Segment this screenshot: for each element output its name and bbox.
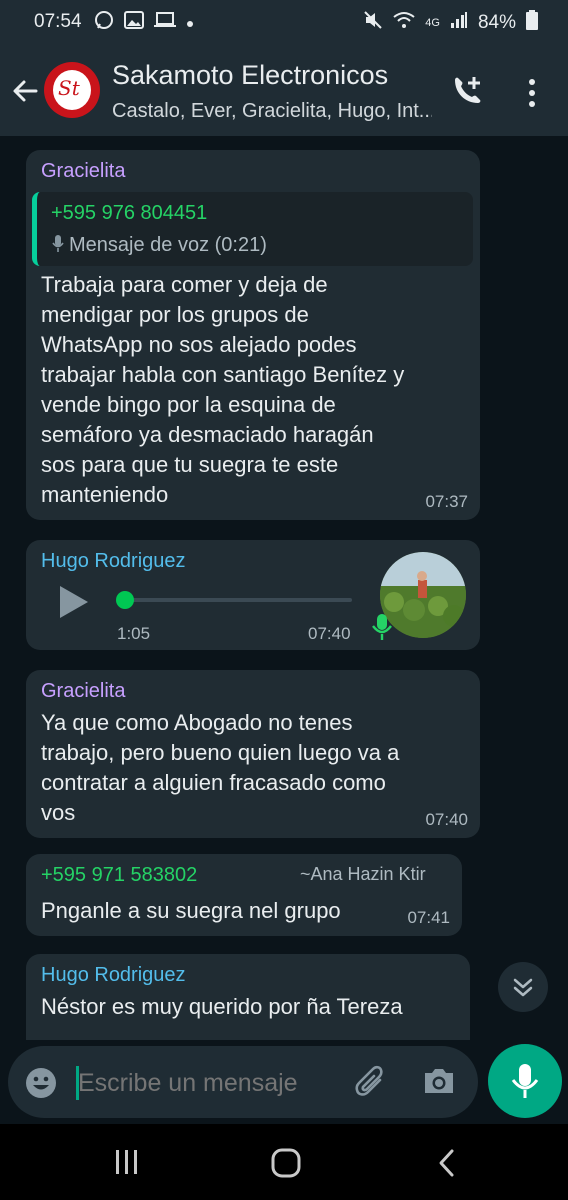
group-avatar[interactable]: St xyxy=(44,62,100,118)
message-timestamp: 07:40 xyxy=(308,624,351,643)
whatsapp-notification-icon xyxy=(94,10,114,36)
message-text-line: contratar a alguien fracasado como xyxy=(41,770,386,795)
message-text-line: mendigar por los grupos de xyxy=(41,302,309,327)
message-text: Néstor es muy querido por ña Tereza xyxy=(41,994,403,1019)
message-text: Pnganle a su suegra nel grupo xyxy=(41,898,341,923)
message-sender[interactable]: Hugo Rodriguez xyxy=(41,550,186,573)
emoji-icon[interactable] xyxy=(24,1066,58,1105)
battery-icon xyxy=(526,10,538,36)
scroll-to-bottom-button[interactable] xyxy=(498,962,548,1012)
voice-message-bubble[interactable]: Hugo Rodriguez 1:05 07:40 xyxy=(26,540,480,650)
message-timestamp: 07:37 xyxy=(425,492,468,511)
voice-record-button[interactable] xyxy=(488,1044,562,1118)
message-text-line: semáforo ya desmaciado haragán xyxy=(41,422,374,447)
mute-icon xyxy=(363,10,383,36)
system-status-icons: 4G 84% xyxy=(363,10,538,36)
message-bubble[interactable]: Gracielita +595 976 804451 Mensaje de vo… xyxy=(26,150,480,520)
message-text-line: vende bingo por la esquina de xyxy=(41,392,336,417)
message-text-line: sos para que tu suegra te este xyxy=(41,452,339,477)
status-time: 07:54 xyxy=(34,11,82,32)
system-navigation-bar xyxy=(0,1124,568,1200)
camera-icon[interactable] xyxy=(422,1066,456,1101)
network-type-icon: 4G xyxy=(425,17,440,29)
back-nav-icon[interactable] xyxy=(436,1148,458,1183)
more-notifications-dot-icon xyxy=(186,12,194,34)
voice-duration: 1:05 xyxy=(117,624,151,643)
quoted-sender-number: +595 976 804451 xyxy=(51,202,208,224)
message-input-box[interactable] xyxy=(8,1046,478,1118)
gallery-notification-icon xyxy=(124,11,144,35)
message-bubble[interactable]: Hugo Rodriguez Néstor es muy querido por… xyxy=(26,954,470,1040)
message-text-line: Ya que como Abogado no tenes xyxy=(41,710,353,735)
battery-percent: 84% xyxy=(477,12,516,33)
message-sender[interactable]: +595 971 583802 xyxy=(41,864,197,887)
message-text-line: trabajar habla con santiago Benítez y xyxy=(41,362,405,387)
message-bubble[interactable]: +595 971 583802 ~Ana Hazin Ktir Pnganle … xyxy=(26,854,462,936)
voice-progress-handle[interactable] xyxy=(116,591,134,609)
microphone-icon xyxy=(511,1064,539,1098)
message-text: Trabaja para comer y deja de mendigar po… xyxy=(41,270,471,510)
message-input[interactable] xyxy=(76,1060,338,1106)
wifi-icon xyxy=(393,11,415,35)
message-text-line: manteniendo xyxy=(41,482,169,507)
chat-messages[interactable]: Gracielita +595 976 804451 Mensaje de vo… xyxy=(0,136,568,1040)
quoted-message[interactable]: +595 976 804451 Mensaje de voz (0:21) xyxy=(32,192,473,266)
signal-icon xyxy=(450,11,468,35)
message-timestamp: 07:41 xyxy=(407,908,450,927)
status-bar: 07:54 4G 84% xyxy=(0,0,568,46)
play-icon[interactable] xyxy=(58,584,90,625)
message-timestamp: 07:40 xyxy=(425,810,468,829)
message-text-line: trabajo, pero bueno quien luego va a xyxy=(41,740,400,765)
add-call-icon[interactable] xyxy=(450,74,484,108)
recent-apps-icon[interactable] xyxy=(112,1148,142,1181)
more-options-icon[interactable] xyxy=(522,76,542,110)
laptop-notification-icon xyxy=(154,11,176,35)
message-sender[interactable]: Gracielita xyxy=(41,680,125,703)
notification-icons xyxy=(94,10,194,36)
message-text-line: vos xyxy=(41,800,76,825)
chat-title[interactable]: Sakamoto Electronicos xyxy=(112,60,388,91)
message-bubble[interactable]: Gracielita Ya que como Abogado no tenes … xyxy=(26,670,480,838)
attach-icon[interactable] xyxy=(354,1064,388,1105)
message-text: Ya que como Abogado no tenes trabajo, pe… xyxy=(41,708,471,828)
back-arrow-icon[interactable] xyxy=(10,76,40,106)
message-sender[interactable]: Hugo Rodriguez xyxy=(41,964,186,987)
avatar-logo-text: St xyxy=(58,76,80,100)
double-chevron-down-icon xyxy=(513,978,533,997)
home-icon[interactable] xyxy=(270,1148,302,1183)
composer-bar xyxy=(0,1040,568,1124)
microphone-icon xyxy=(51,234,65,259)
voice-progress-track[interactable] xyxy=(118,598,352,602)
message-text-line: Trabaja para comer y deja de xyxy=(41,272,328,297)
chat-participants[interactable]: Castalo, Ever, Gracielita, Hugo, Int... xyxy=(112,100,432,123)
sender-alias: ~Ana Hazin Ktir xyxy=(300,864,426,884)
message-text-line: WhatsApp no sos alejado podes xyxy=(41,332,357,357)
voice-mic-icon xyxy=(370,612,394,647)
quoted-text: Mensaje de voz (0:21) xyxy=(69,234,267,256)
chat-header: St Sakamoto Electronicos Castalo, Ever, … xyxy=(0,46,568,136)
message-sender[interactable]: Gracielita xyxy=(41,160,125,183)
